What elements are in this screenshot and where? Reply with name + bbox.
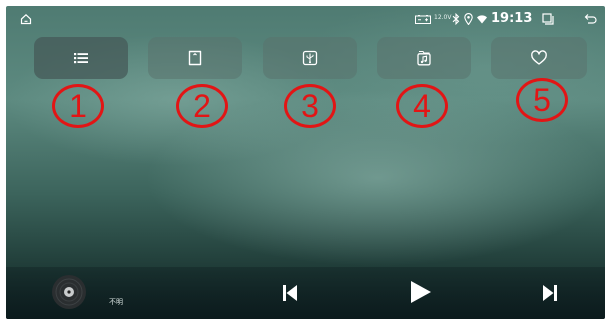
location-icon [464, 13, 473, 25]
bluetooth-icon [452, 13, 460, 25]
home-icon[interactable] [20, 13, 32, 25]
annotation-marker-2: 2 [176, 84, 228, 128]
play-icon[interactable] [410, 280, 432, 304]
tab-usb[interactable] [263, 37, 357, 79]
next-icon[interactable] [542, 284, 558, 302]
heart-icon [531, 50, 547, 65]
music-player-screen: 12.0V 19:13 1 2 3 4 5 不明 [6, 6, 605, 319]
track-title: 不明 [109, 298, 123, 306]
back-icon[interactable] [584, 13, 597, 25]
battery-icon [415, 15, 431, 24]
music-folder-icon [417, 50, 431, 66]
status-bar: 12.0V 19:13 [6, 6, 605, 32]
wifi-icon [477, 15, 487, 24]
disc-icon[interactable] [51, 274, 87, 310]
usb-icon [302, 50, 318, 66]
recent-apps-icon[interactable] [542, 13, 554, 25]
annotation-marker-5: 5 [516, 78, 568, 122]
voltage-readout: 12.0V [434, 14, 452, 21]
tab-sd-card[interactable] [148, 37, 242, 79]
annotation-marker-4: 4 [396, 84, 448, 128]
previous-icon[interactable] [282, 284, 298, 302]
list-icon [74, 53, 88, 64]
annotation-marker-3: 3 [284, 84, 336, 128]
tab-playlist[interactable] [34, 37, 128, 79]
annotation-marker-1: 1 [52, 84, 104, 128]
sd-card-icon [188, 50, 202, 66]
tab-favorites[interactable] [491, 37, 587, 79]
player-bar: 不明 [6, 267, 605, 319]
tab-music-folder[interactable] [377, 37, 471, 79]
clock: 19:13 [491, 11, 533, 26]
